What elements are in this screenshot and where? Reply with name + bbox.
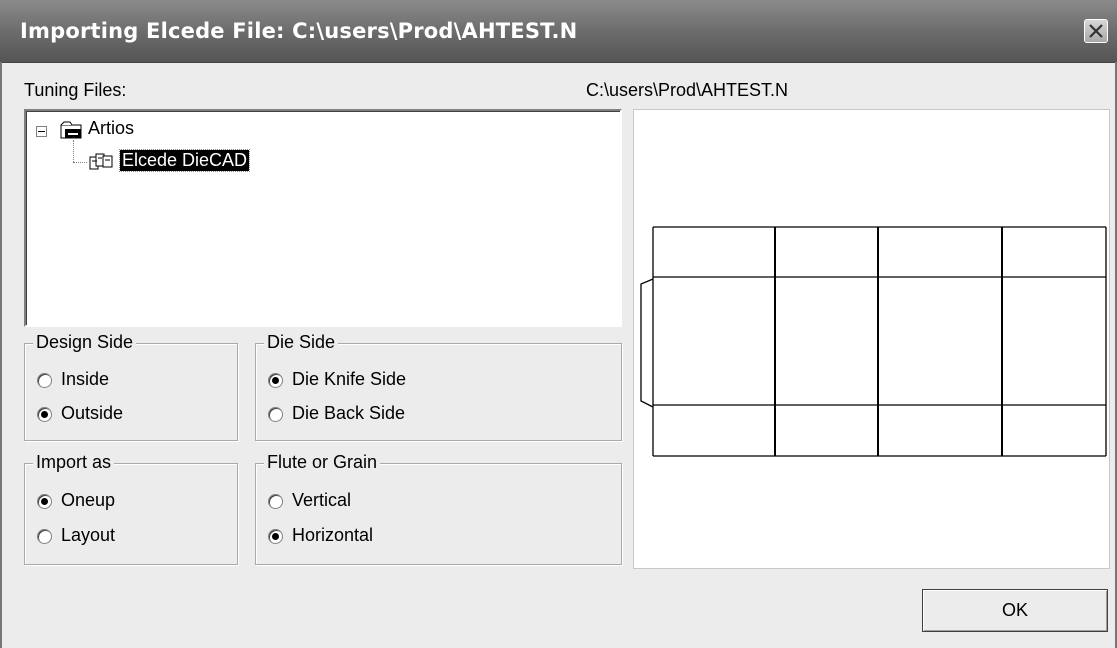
ok-button[interactable]: OK	[922, 589, 1108, 632]
radio-label: Outside	[61, 403, 124, 423]
window-border-left	[0, 62, 2, 648]
radio-label: Inside	[61, 369, 110, 389]
radio-label: Die Knife Side	[292, 369, 407, 389]
radio-button[interactable]	[37, 529, 52, 544]
radio-label: Oneup	[61, 490, 116, 510]
die-drawing	[640, 226, 1107, 457]
import-as-group: Import as Oneup Layout	[24, 452, 238, 565]
tree-item-label: Elcede DieCAD	[118, 149, 251, 172]
design-preview-panel	[633, 109, 1110, 569]
tuning-files-tree[interactable]: Artios Elcede DieCAD	[24, 109, 622, 327]
radio-button[interactable]	[37, 407, 52, 422]
die-side-group: Die Side Die Knife Side Die Back Side	[255, 332, 622, 441]
tree-connector	[73, 140, 74, 162]
radio-button[interactable]	[37, 373, 52, 388]
collapse-toggle-icon[interactable]	[36, 126, 47, 137]
tuning-files-label: Tuning Files:	[24, 80, 127, 100]
radio-button[interactable]	[37, 494, 52, 509]
radio-label: Die Back Side	[292, 403, 406, 423]
close-button[interactable]	[1084, 19, 1108, 43]
radio-label: Layout	[61, 525, 116, 545]
flute-grain-group: Flute or Grain Vertical Horizontal	[255, 452, 622, 565]
radio-label: Horizontal	[292, 525, 374, 545]
radio-button[interactable]	[268, 494, 283, 509]
tree-connector	[73, 162, 87, 163]
group-title: Flute or Grain	[264, 452, 381, 473]
radio-label: Vertical	[292, 490, 352, 510]
radio-button[interactable]	[268, 529, 283, 544]
tree-item-label: Artios	[88, 118, 135, 138]
preview-path-label: C:\users\Prod\AHTEST.N	[586, 80, 789, 100]
radio-button[interactable]	[268, 407, 283, 422]
group-title: Die Side	[264, 332, 339, 353]
group-title: Design Side	[33, 332, 137, 353]
title-bar[interactable]: Importing Elcede File: C:\users\Prod\AHT…	[0, 0, 1117, 63]
radio-button[interactable]	[268, 373, 283, 388]
design-side-group: Design Side Inside Outside	[24, 332, 238, 441]
close-x-icon	[1089, 24, 1103, 38]
window-title: Importing Elcede File: C:\users\Prod\AHT…	[20, 19, 578, 43]
tuning-file-icon	[88, 152, 116, 172]
folder-icon	[60, 120, 84, 140]
group-title: Import as	[33, 452, 115, 473]
